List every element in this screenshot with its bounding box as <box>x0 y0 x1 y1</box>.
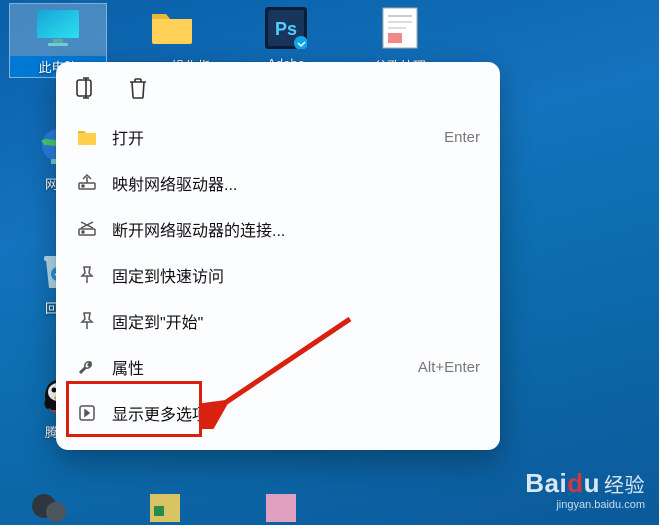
context-menu-toolbar <box>56 62 500 110</box>
desktop-icon-ps[interactable]: Ps Adobe <box>238 4 334 71</box>
menu-item-label: 打开 <box>112 125 444 149</box>
rename-icon[interactable] <box>74 76 98 100</box>
menu-item-properties[interactable]: 属性 Alt+Enter <box>64 344 492 390</box>
menu-item-label: 固定到快速访问 <box>112 263 480 287</box>
menu-item-pin-start[interactable]: 固定到"开始" <box>64 298 492 344</box>
delete-icon[interactable] <box>126 76 150 100</box>
photoshop-icon: Ps <box>262 4 310 52</box>
pin-icon <box>76 264 98 286</box>
menu-item-label: 断开网络驱动器的连接... <box>112 217 480 241</box>
menu-item-open[interactable]: 打开 Enter <box>64 114 492 160</box>
menu-item-pin-quick[interactable]: 固定到快速访问 <box>64 252 492 298</box>
context-menu-items: 打开 Enter 映射网络驱动器... 断开网络驱动器的连接... 固定到快速访… <box>56 110 500 440</box>
excel-icon <box>146 492 186 524</box>
disconnect-drive-icon <box>76 218 98 240</box>
monitor-icon <box>34 4 82 52</box>
app-icon <box>262 492 302 524</box>
menu-item-disconnect-drive[interactable]: 断开网络驱动器的连接... <box>64 206 492 252</box>
svg-text:Ps: Ps <box>275 19 297 39</box>
menu-item-label: 属性 <box>112 355 418 379</box>
menu-item-label: 映射网络驱动器... <box>112 171 480 195</box>
document-icon <box>376 4 424 52</box>
menu-item-shortcut: Alt+Enter <box>418 359 480 376</box>
pin-icon <box>76 310 98 332</box>
wechat-icon <box>30 492 70 524</box>
folder-icon <box>148 4 196 52</box>
wrench-icon <box>76 356 98 378</box>
menu-item-shortcut: Enter <box>444 129 480 146</box>
more-options-icon <box>76 402 98 424</box>
map-drive-icon <box>76 172 98 194</box>
menu-item-label: 显示更多选项 <box>112 401 480 425</box>
context-menu: 打开 Enter 映射网络驱动器... 断开网络驱动器的连接... 固定到快速访… <box>56 62 500 450</box>
menu-item-label: 固定到"开始" <box>112 309 480 333</box>
folder-open-icon <box>76 126 98 148</box>
watermark: Baidu经验 jingyan.baidu.com <box>525 468 645 511</box>
menu-item-more-options[interactable]: 显示更多选项 <box>64 390 492 436</box>
menu-item-map-drive[interactable]: 映射网络驱动器... <box>64 160 492 206</box>
